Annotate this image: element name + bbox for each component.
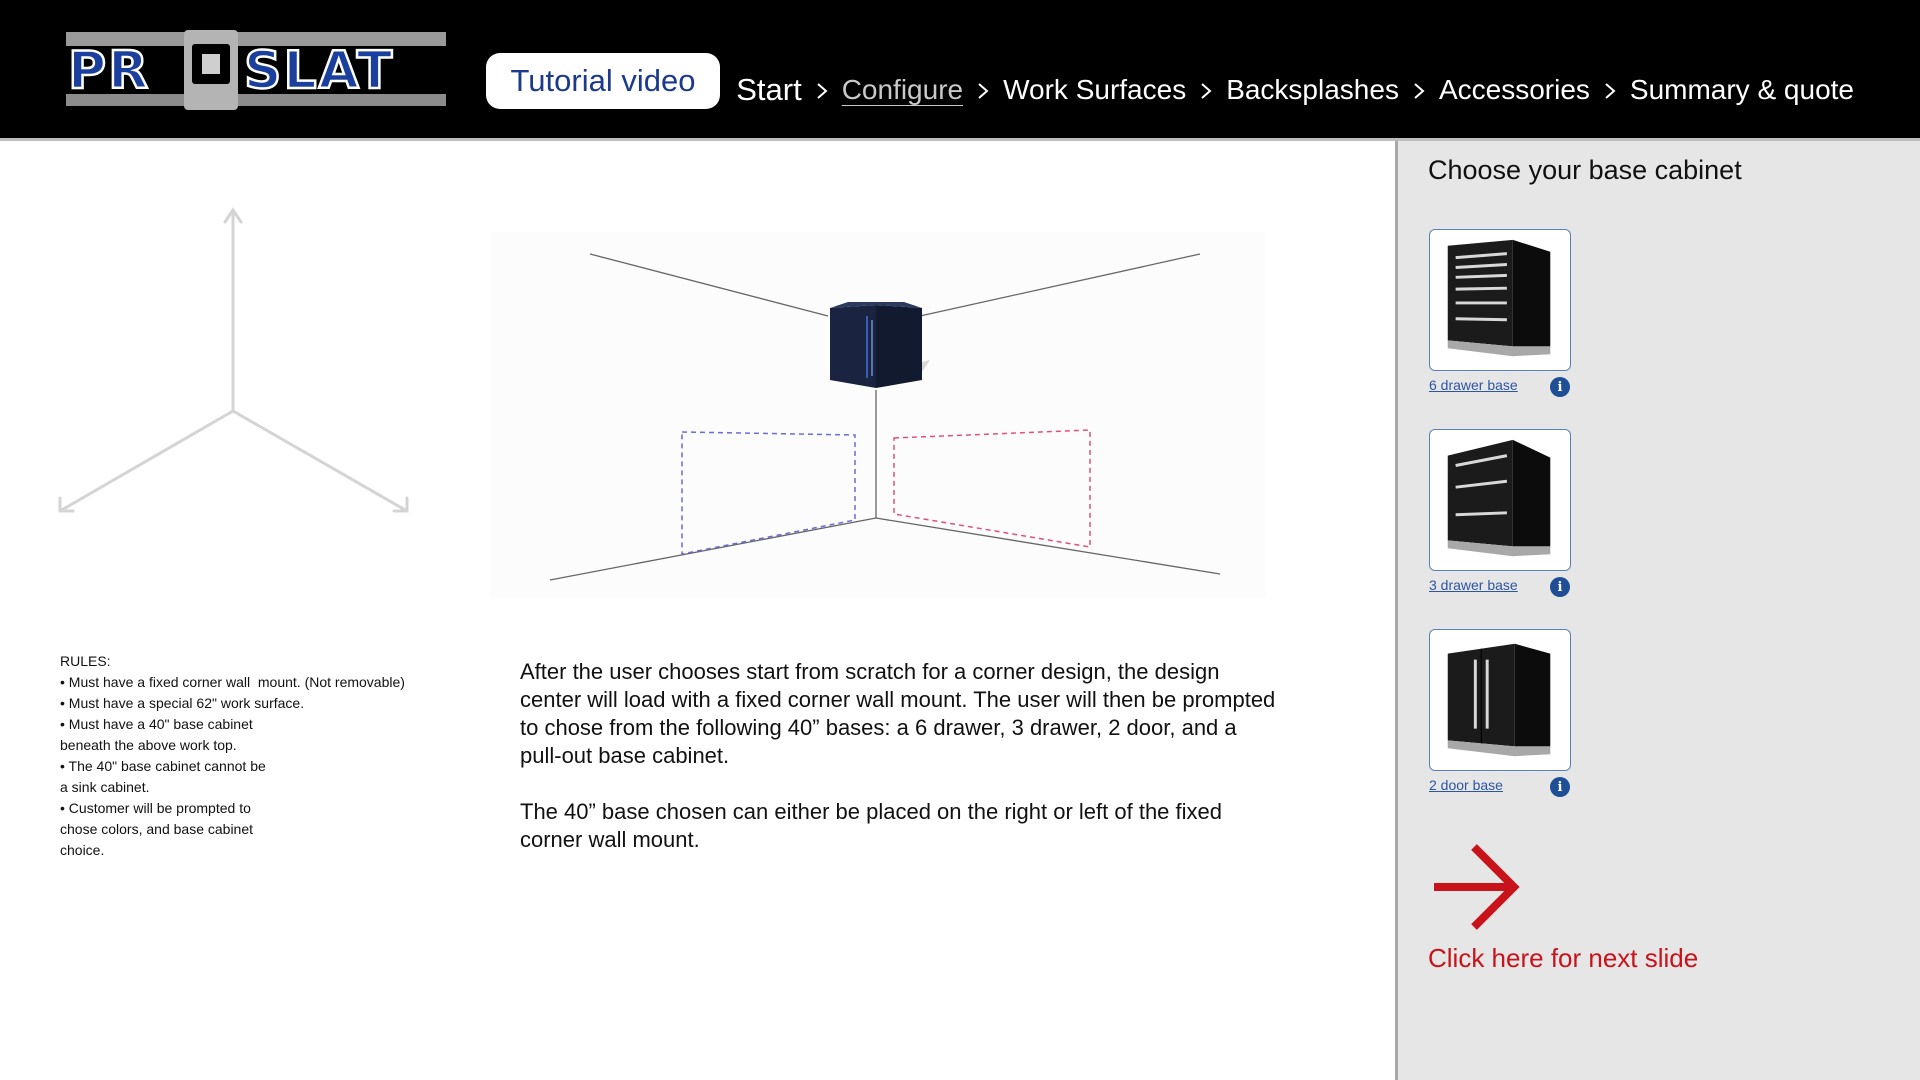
chevron-right-icon [1590,77,1630,103]
panel-title: Choose your base cabinet [1428,155,1742,185]
cabinet-option-6-drawer[interactable] [1429,229,1571,371]
rule-line: • Must have a special 62" work surface. [60,695,305,711]
cabinet-picker-panel: Choose your base cabinet 6 drawer base i [1395,141,1920,1080]
proslat-logo[interactable]: PR SLAT [64,30,448,110]
rules-heading: RULES: [60,653,111,669]
rule-line: a sink cabinet. [60,779,150,795]
rules-list: RULES: • Must have a fixed corner wall m… [60,651,460,861]
rule-line: • The 40" base cabinet cannot be [60,758,266,774]
chevron-right-icon [1186,77,1226,103]
crumb-backsplashes[interactable]: Backsplashes [1226,74,1399,106]
info-icon[interactable]: i [1550,377,1570,397]
tutorial-video-button[interactable]: Tutorial video [486,53,720,109]
chevron-right-icon [1399,77,1439,103]
rule-line: • Customer will be prompted to [60,800,251,816]
six-drawer-cabinet-image [1447,239,1551,357]
crumb-accessories[interactable]: Accessories [1439,74,1590,106]
step-breadcrumb: Start Configure Work Surfaces Backsplash… [736,72,1854,108]
crumb-configure[interactable]: Configure [842,74,963,106]
corner-wall-cabinet[interactable] [830,302,930,388]
slide-description: After the user chooses start from scratc… [520,658,1280,882]
cabinet-link-6-drawer[interactable]: 6 drawer base [1429,377,1539,393]
description-paragraph: After the user chooses start from scratc… [520,659,1276,768]
design-canvas[interactable] [490,232,1266,598]
crumb-start[interactable]: Start [736,72,801,108]
chevron-right-icon [963,77,1003,103]
next-slide-link[interactable]: Click here for next slide [1428,943,1698,974]
three-drawer-cabinet-image [1447,439,1551,557]
svg-text:PR: PR [68,41,150,101]
rule-line: choice. [60,842,105,858]
rule-line: • Must have a fixed corner wall mount. (… [60,674,405,690]
arrow-right-icon[interactable] [1428,841,1520,933]
cabinet-option-2-door[interactable] [1429,629,1571,771]
rule-line: • Must have a 40" base cabinet [60,716,253,732]
crumb-work-surfaces[interactable]: Work Surfaces [1003,74,1186,106]
chevron-right-icon [802,77,842,103]
two-door-cabinet-image [1447,643,1551,757]
description-paragraph: The 40” base chosen can either be placed… [520,799,1223,852]
cabinet-link-3-drawer[interactable]: 3 drawer base [1429,577,1539,593]
svg-text:SLAT: SLAT [244,41,394,101]
rule-line: beneath the above work top. [60,737,237,753]
cabinet-link-2-door[interactable]: 2 door base [1429,777,1539,793]
cabinet-option-3-drawer[interactable] [1429,429,1571,571]
info-icon[interactable]: i [1550,777,1570,797]
top-bar: PR SLAT Tutorial video Start Configure W… [0,0,1920,138]
info-icon[interactable]: i [1550,577,1570,597]
axis-gizmo [52,200,422,520]
rule-line: chose colors, and base cabinet [60,821,254,837]
crumb-summary-quote[interactable]: Summary & quote [1630,74,1854,106]
